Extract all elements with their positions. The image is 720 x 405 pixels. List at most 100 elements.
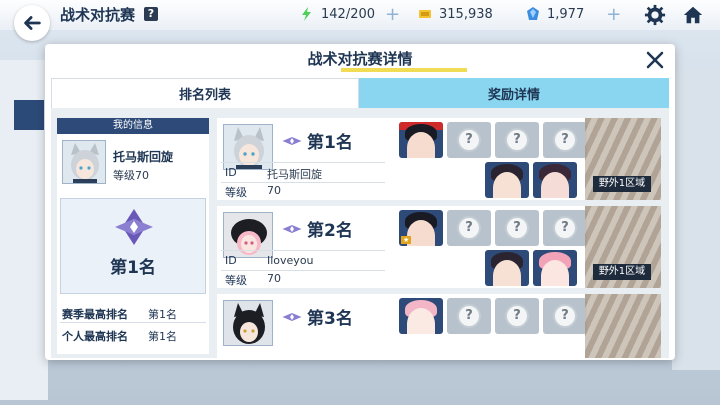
- rank-emblem-icon: [115, 209, 153, 245]
- question-icon: ?: [457, 128, 481, 152]
- level-badge: ★: [401, 236, 412, 244]
- area-tag: 野外1区域: [593, 176, 651, 192]
- question-icon: ?: [553, 128, 577, 152]
- add-ap-button[interactable]: +: [385, 4, 400, 25]
- my-name: 托马斯回旋: [113, 150, 174, 164]
- home-icon[interactable]: [682, 4, 704, 26]
- gear-icon[interactable]: [644, 4, 666, 26]
- page-title: 战术对抗赛: [60, 6, 136, 24]
- my-info-panel: 我的信息 托马斯回旋 等级70 第1名 赛季最高排名 第1名 个人最高排名 第1…: [57, 118, 209, 354]
- avatar: [223, 300, 273, 346]
- rank-label: 第1名: [307, 133, 353, 153]
- level-label: 等级: [225, 274, 247, 287]
- striker-slot[interactable]: [399, 298, 443, 334]
- ranking-row[interactable]: 第3名 ? ? ?: [217, 294, 661, 358]
- background-right-panel: [672, 70, 720, 370]
- question-icon: ?: [457, 216, 481, 240]
- my-level: 等级70: [113, 169, 149, 182]
- empty-slot[interactable]: ?: [447, 298, 491, 334]
- credit-counter: 315,938: [418, 4, 493, 24]
- character-face: [541, 172, 569, 198]
- special-slot[interactable]: [485, 250, 529, 286]
- avatar: [223, 212, 273, 258]
- character-face: [407, 308, 435, 334]
- ap-counter: 142/200 +: [300, 4, 400, 25]
- ranking-content: 我的信息 托马斯回旋 等级70 第1名 赛季最高排名 第1名 个人最高排名 第1…: [51, 108, 669, 358]
- special-slot[interactable]: [533, 162, 577, 198]
- credit-icon: [419, 10, 431, 18]
- question-icon: ?: [553, 304, 577, 328]
- player-id: 托马斯回旋: [267, 168, 322, 181]
- character-face: [541, 260, 569, 286]
- back-arrow-icon: [24, 16, 41, 30]
- top-bar: 战术对抗赛 ? 142/200 + 315,938 1,977 +: [0, 0, 720, 41]
- season-best-label: 赛季最高排名: [62, 308, 128, 321]
- ap-value: 142/200: [321, 6, 376, 22]
- empty-slot[interactable]: ?: [447, 210, 491, 246]
- special-slot[interactable]: [485, 162, 529, 198]
- season-best-value: 第1名: [148, 308, 177, 321]
- question-icon: ?: [505, 304, 529, 328]
- avatar: [223, 124, 273, 170]
- tab-reward-details[interactable]: 奖励详情: [359, 78, 669, 108]
- area-tag: 野外1区域: [593, 264, 651, 280]
- character-face: [493, 260, 521, 286]
- rank-emblem-icon: [282, 137, 302, 145]
- season-best-rank: 赛季最高排名 第1名: [60, 303, 206, 323]
- question-icon: ?: [553, 216, 577, 240]
- ranking-row[interactable]: 第2名 ID Iloveyou 等级 70 ★ ? ? ? 野外1区域: [217, 206, 661, 288]
- question-icon: ?: [457, 304, 481, 328]
- lightning-icon: [302, 7, 311, 21]
- tab-ranking-list[interactable]: 排名列表: [51, 78, 359, 108]
- personal-best-value: 第1名: [148, 330, 177, 343]
- character-face: [407, 132, 435, 158]
- rank-label: 第2名: [307, 221, 353, 241]
- my-info-header: 我的信息: [57, 118, 209, 134]
- divider: [221, 182, 385, 183]
- empty-slot[interactable]: ?: [495, 210, 539, 246]
- credit-value: 315,938: [439, 6, 493, 22]
- background-left-panel: [0, 60, 48, 400]
- level-label: 等级: [225, 186, 247, 199]
- gem-value: 1,977: [547, 6, 585, 22]
- divider: [221, 250, 385, 251]
- empty-slot[interactable]: ?: [543, 122, 587, 158]
- help-button[interactable]: ?: [144, 7, 158, 21]
- my-rank: 第1名: [110, 258, 156, 278]
- question-icon: ?: [505, 128, 529, 152]
- rail-track-decoration: [585, 294, 661, 358]
- player-level: 70: [267, 184, 281, 197]
- empty-slot[interactable]: ?: [543, 210, 587, 246]
- personal-best-rank: 个人最高排名 第1名: [60, 325, 206, 345]
- ranking-row[interactable]: 第1名 ID 托马斯回旋 等级 70 ? ? ? 野外1区域: [217, 118, 661, 200]
- back-button[interactable]: [14, 5, 50, 41]
- question-icon: ?: [505, 216, 529, 240]
- rank-emblem-icon: [282, 225, 302, 233]
- striker-slot[interactable]: [399, 122, 443, 158]
- player-id: Iloveyou: [267, 254, 314, 267]
- id-label: ID: [225, 254, 237, 267]
- rank-emblem-icon: [282, 313, 302, 321]
- dialog-title: 战术对抗赛详情: [307, 50, 413, 68]
- close-icon[interactable]: [645, 50, 665, 70]
- my-rank-box: 第1名: [60, 198, 206, 294]
- background-block: [14, 100, 44, 130]
- gem-counter: 1,977 +: [526, 4, 621, 25]
- divider: [221, 270, 385, 271]
- add-gem-button[interactable]: +: [606, 4, 621, 25]
- empty-slot[interactable]: ?: [495, 122, 539, 158]
- character-face: [493, 172, 521, 198]
- striker-slot[interactable]: ★: [399, 210, 443, 246]
- divider: [221, 162, 385, 163]
- special-slot[interactable]: [533, 250, 577, 286]
- empty-slot[interactable]: ?: [543, 298, 587, 334]
- tactical-competition-details-dialog: 战术对抗赛详情 排名列表 奖励详情 我的信息 托马斯回旋 等级70 第1名 赛季…: [45, 44, 675, 360]
- gem-icon: [527, 7, 539, 20]
- player-level: 70: [267, 272, 281, 285]
- empty-slot[interactable]: ?: [495, 298, 539, 334]
- rank-label: 第3名: [307, 309, 353, 329]
- id-label: ID: [225, 166, 237, 179]
- empty-slot[interactable]: ?: [447, 122, 491, 158]
- personal-best-label: 个人最高排名: [62, 330, 128, 343]
- avatar: [62, 140, 106, 184]
